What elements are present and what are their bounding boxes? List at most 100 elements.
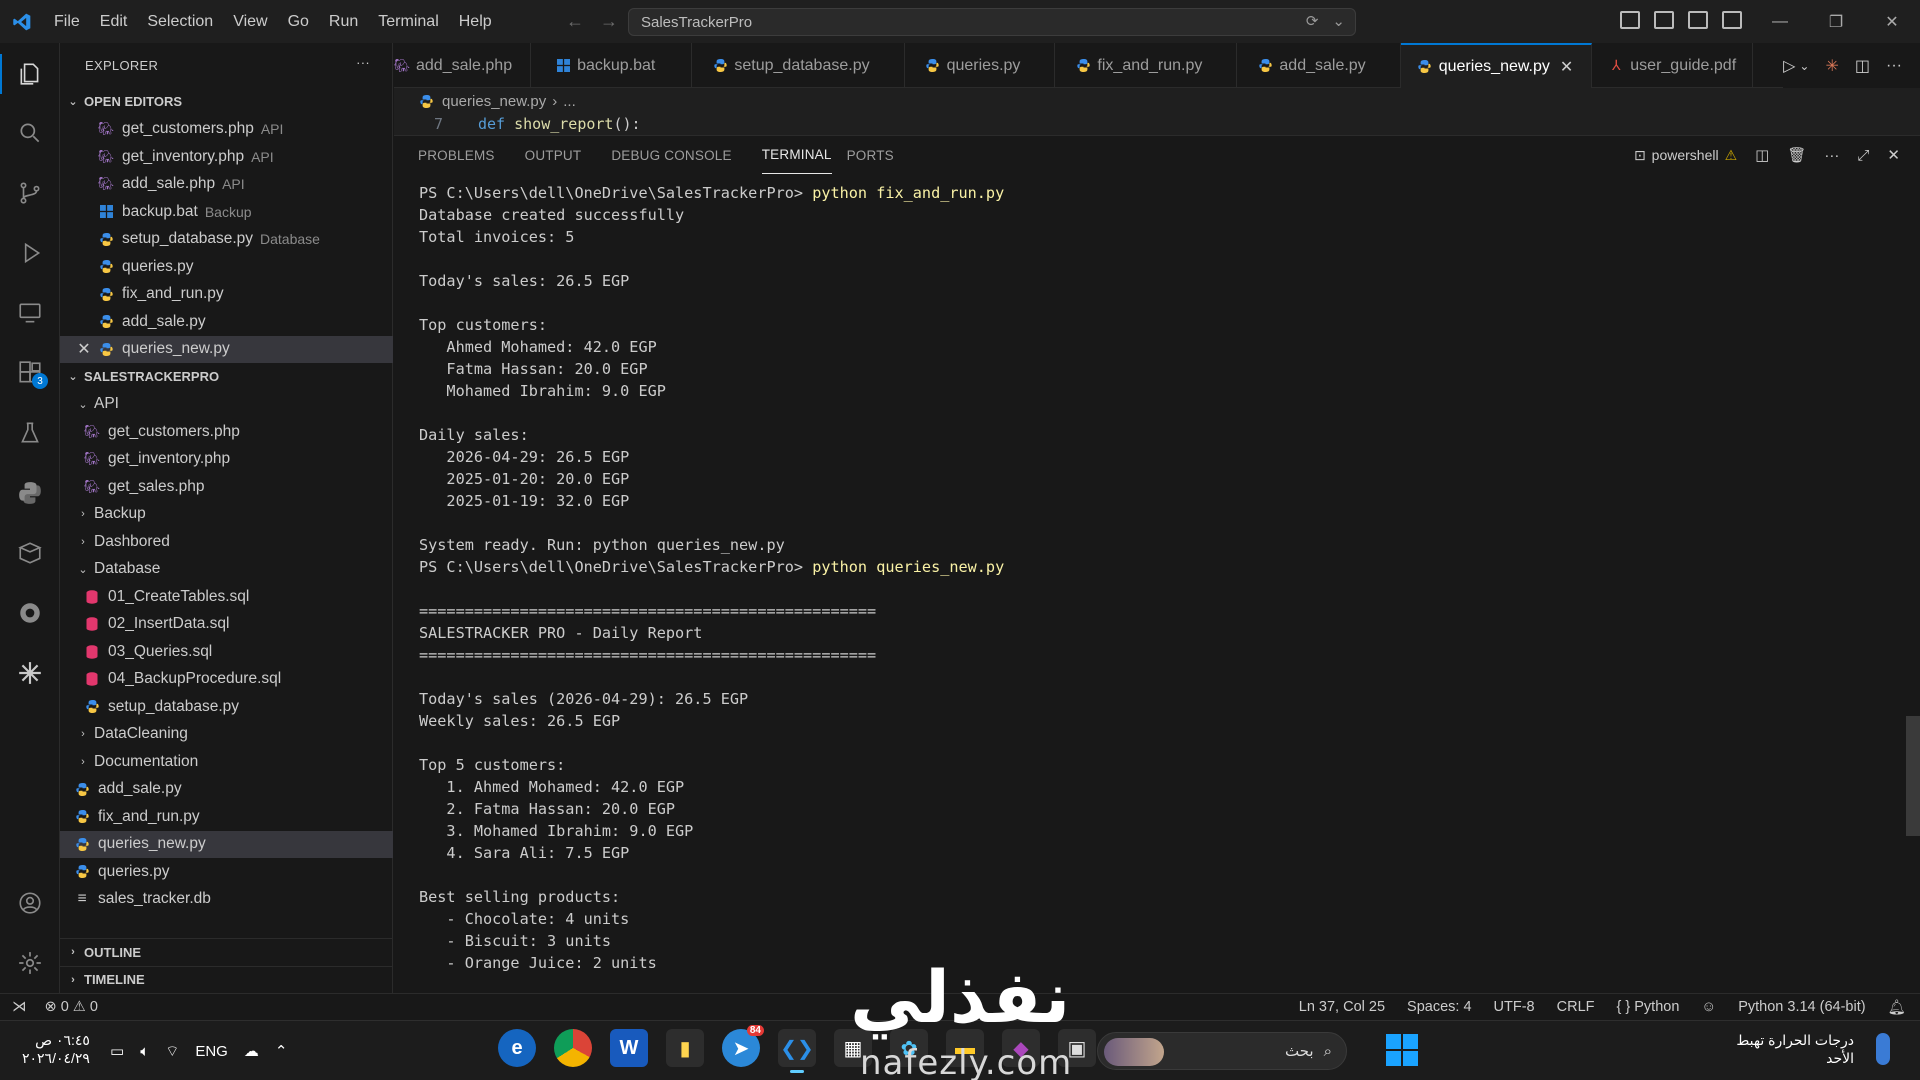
copilot-app-icon[interactable]: ◆ — [1002, 1029, 1040, 1067]
tab-debug-console[interactable]: DEBUG CONSOLE — [611, 136, 746, 174]
more-actions-icon[interactable]: ··· — [1824, 147, 1839, 164]
terminal-output[interactable]: PS C:\Users\dell\OneDrive\SalesTrackerPr… — [419, 182, 1859, 974]
tree-file[interactable]: 🐘︎ get_customers.php — [60, 418, 393, 446]
trash-icon[interactable]: 🗑︎ — [1787, 146, 1806, 164]
folder-api[interactable]: ⌄ API — [60, 391, 393, 419]
extensions-icon[interactable]: 3 — [10, 353, 50, 393]
toggle-panel-icon[interactable] — [1688, 11, 1708, 29]
kubernetes-icon[interactable] — [10, 593, 50, 633]
copilot-chat-icon[interactable]: ⟳ — [1306, 12, 1319, 30]
volume-icon[interactable]: 🔈︎ — [140, 1043, 149, 1060]
open-editor-item[interactable]: setup_database.py Database — [60, 226, 393, 254]
toggle-secondary-sidebar-icon[interactable] — [1722, 11, 1742, 29]
tab-fix-and-run[interactable]: fix_and_run.py — [1055, 43, 1238, 88]
tree-file[interactable]: 03_Queries.sql — [60, 638, 393, 666]
open-editor-item-active[interactable]: ✕ queries_new.py — [60, 335, 393, 363]
notifications-bell-icon[interactable]: 🔔︎ — [1888, 999, 1906, 1016]
task-view-icon[interactable]: ▣ — [1058, 1029, 1096, 1067]
copilot-icon[interactable]: ☺ — [1701, 999, 1716, 1015]
tree-file[interactable]: fix_and_run.py — [60, 803, 393, 831]
breadcrumb-file[interactable]: queries_new.py — [442, 93, 546, 110]
tab-setup-database[interactable]: setup_database.py — [692, 43, 905, 88]
open-editor-item[interactable]: backup.bat Backup — [60, 198, 393, 226]
weather-widget[interactable]: درجات الحرارة تهبط الأحد — [1736, 1031, 1854, 1067]
tree-file[interactable]: 🐘︎ get_inventory.php — [60, 446, 393, 474]
split-editor-icon[interactable]: ◫ — [1855, 56, 1870, 76]
folder-datacleaning[interactable]: › DataCleaning — [60, 721, 393, 749]
cursor-position[interactable]: Ln 37, Col 25 — [1299, 999, 1385, 1015]
onedrive-icon[interactable]: ☁ — [244, 1042, 259, 1060]
menu-edit[interactable]: Edit — [90, 0, 138, 43]
folder-database[interactable]: ⌄ Database — [60, 556, 393, 584]
input-language[interactable]: ENG — [195, 1043, 228, 1060]
tab-queries-new[interactable]: queries_new.py ✕ — [1400, 43, 1593, 88]
close-tab-icon[interactable]: ✕ — [1560, 57, 1573, 77]
project-section[interactable]: ⌄ SALESTRACKERPRO — [60, 363, 393, 391]
split-terminal-icon[interactable]: ◫ — [1755, 146, 1769, 164]
menu-run[interactable]: Run — [319, 0, 368, 43]
open-editors-section[interactable]: ⌄ OPEN EDITORS — [60, 88, 393, 116]
tree-file[interactable]: 🐘︎ get_sales.php — [60, 473, 393, 501]
open-editor-item[interactable]: 🐘︎ get_inventory.php API — [60, 143, 393, 171]
more-actions-icon[interactable]: ··· — [1886, 57, 1902, 75]
claude-icon[interactable] — [10, 653, 50, 693]
outline-section[interactable]: › OUTLINE — [60, 938, 393, 966]
edge-icon[interactable]: e — [498, 1029, 536, 1067]
tree-file[interactable]: add_sale.py — [60, 776, 393, 804]
folder-documentation[interactable]: › Documentation — [60, 748, 393, 776]
remote-explorer-icon[interactable] — [10, 293, 50, 333]
tab-add-sale-php[interactable]: 🐘︎ add_sale.php — [394, 43, 532, 88]
menu-file[interactable]: File — [44, 0, 90, 43]
line-ending[interactable]: CRLF — [1557, 999, 1595, 1015]
windows-start-icon[interactable] — [1386, 1034, 1418, 1066]
settings-gear-icon[interactable] — [10, 943, 50, 983]
tab-queries[interactable]: queries.py — [905, 43, 1056, 88]
photos-icon[interactable]: ✿ — [890, 1029, 928, 1067]
customize-layout-icon[interactable] — [1620, 11, 1640, 29]
encoding[interactable]: UTF-8 — [1494, 999, 1535, 1015]
terminal-scrollbar[interactable] — [1906, 716, 1920, 836]
close-icon[interactable]: ✕ — [76, 341, 92, 358]
store-icon[interactable]: ▦ — [834, 1029, 872, 1067]
more-actions-icon[interactable]: ··· — [356, 55, 370, 70]
tray-overflow-chevron-icon[interactable]: ⌃ — [275, 1042, 288, 1060]
file-explorer-icon[interactable]: ▬ — [946, 1029, 984, 1067]
folder-backup[interactable]: › Backup — [60, 501, 393, 529]
open-editor-item[interactable]: 🐘︎ add_sale.php API — [60, 171, 393, 199]
open-editor-item[interactable]: add_sale.py — [60, 308, 393, 336]
chevron-down-icon[interactable]: ⌄ — [1799, 59, 1809, 73]
problems-status[interactable]: ⊗ 0 ⚠ 0 — [45, 999, 98, 1015]
claude-icon[interactable]: ✳ — [1825, 56, 1838, 76]
taskbar-search[interactable]: بحث ⌕ — [1097, 1032, 1347, 1070]
tree-file[interactable]: 02_InsertData.sql — [60, 611, 393, 639]
word-icon[interactable]: W — [610, 1029, 648, 1067]
clock[interactable]: ٠٦:٤٥ ص ٢٠٢٦/٠٤/٢٩ — [22, 1031, 90, 1067]
tab-ports[interactable]: PORTS — [847, 136, 909, 174]
tab-user-guide[interactable]: ⅄ user_guide.pdf — [1592, 43, 1754, 88]
breadcrumb-symbol[interactable]: ... — [563, 93, 576, 110]
vscode-taskbar-icon[interactable]: ❮❯ — [778, 1029, 816, 1073]
open-editor-item[interactable]: fix_and_run.py — [60, 281, 393, 309]
remote-indicator-icon[interactable]: ⋊ — [12, 999, 27, 1015]
menu-view[interactable]: View — [223, 0, 277, 43]
wifi-icon[interactable]: ⌔ — [165, 1042, 179, 1061]
tree-file[interactable]: queries.py — [60, 858, 393, 886]
menu-terminal[interactable]: Terminal — [368, 0, 448, 43]
restore-icon[interactable]: ❐ — [1808, 0, 1864, 43]
files-icon[interactable]: ▮ — [666, 1029, 704, 1067]
source-control-icon[interactable] — [10, 173, 50, 213]
toggle-primary-sidebar-icon[interactable] — [1654, 11, 1674, 29]
menu-help[interactable]: Help — [449, 0, 502, 43]
battery-icon[interactable]: ▭ — [110, 1042, 124, 1060]
tab-add-sale-py[interactable]: add_sale.py — [1237, 43, 1401, 88]
tab-output[interactable]: OUTPUT — [525, 136, 597, 174]
tree-file[interactable]: setup_database.py — [60, 693, 393, 721]
back-arrow-icon[interactable]: ← — [566, 11, 584, 32]
folder-dashbored[interactable]: › Dashbored — [60, 528, 393, 556]
account-icon[interactable] — [10, 883, 50, 923]
indentation[interactable]: Spaces: 4 — [1407, 999, 1472, 1015]
chevron-down-icon[interactable]: ⌄ — [1332, 12, 1345, 30]
chrome-icon[interactable] — [554, 1029, 592, 1067]
tab-terminal[interactable]: TERMINAL — [761, 136, 832, 174]
code-editor[interactable]: 7 def show_report(): — [394, 115, 1920, 135]
